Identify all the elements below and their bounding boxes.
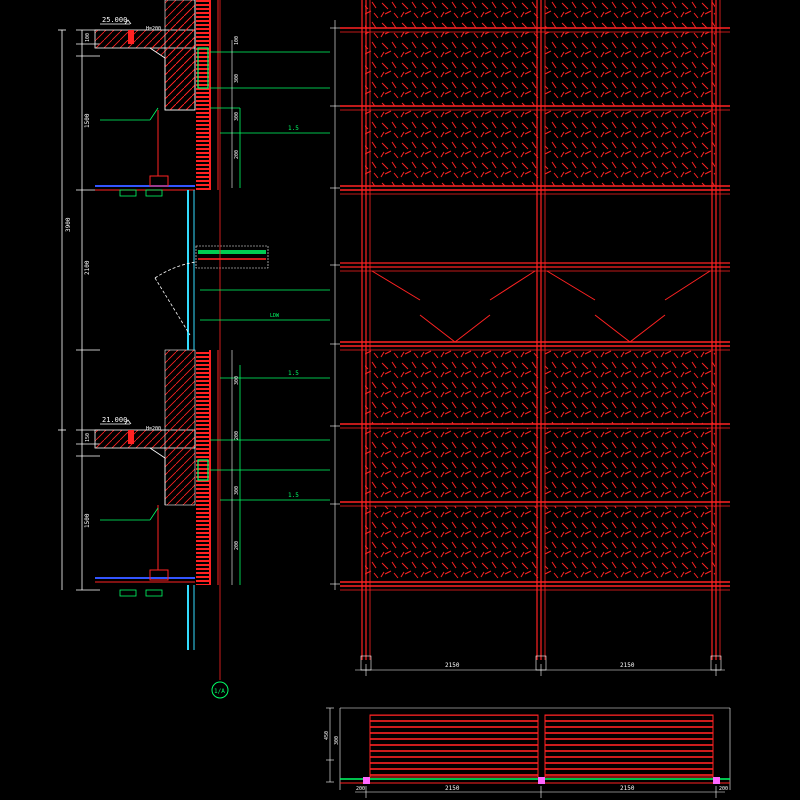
- plan-dim-left: 200: [356, 786, 365, 792]
- level-top-label: 25.000: [102, 16, 127, 24]
- section-right-dim-upper-3: 200: [234, 150, 240, 159]
- plan-dim-bay-left: 2150: [445, 785, 460, 792]
- elevation-panels: [365, 0, 715, 582]
- plan-dim-right: 200: [719, 786, 728, 792]
- dim-parapet-upper: 1500: [84, 113, 91, 128]
- section-right-dim-lower-2: 300: [234, 486, 240, 495]
- plan-dim-height-a: 450: [324, 731, 330, 740]
- note-finish-mid: 1.5: [288, 370, 299, 377]
- slab-lower: [94, 349, 196, 506]
- elevation: 2150 2150: [330, 0, 730, 676]
- section-right-dim-upper-0: 100: [234, 36, 240, 45]
- cad-drawing: 3900 1500 2100 1500 100 150 25.000 H=200…: [58, 0, 731, 798]
- cladding-lower: [196, 350, 219, 585]
- plan-bottom-dim: [355, 786, 725, 798]
- dim-overall: 3900: [65, 217, 72, 232]
- section-right-dim-lower-3: 200: [234, 541, 240, 550]
- section-right-dim-lower-0: 300: [234, 376, 240, 385]
- level-mid-label: 21.000: [102, 416, 127, 424]
- section-left-dimensions: [58, 29, 100, 591]
- svg-text:1/A: 1/A: [214, 688, 225, 695]
- note-louver: LDW: [270, 313, 280, 319]
- ceiling-upper: [95, 110, 195, 191]
- callout-boxes: [119, 189, 163, 597]
- section-right-dim-upper-2: 300: [234, 112, 240, 121]
- dim-small-c: 150: [85, 433, 91, 442]
- plan-view: 200 2150 2150 200 450 300: [324, 707, 731, 798]
- elevation-bay-dim-left: 2150: [445, 662, 460, 669]
- plan-dim-bay-right: 2150: [620, 785, 635, 792]
- cladding-upper: [196, 0, 219, 190]
- section-right-dim-upper-1: 300: [234, 74, 240, 83]
- dim-window: 2100: [84, 260, 91, 275]
- section-mark: 1/A: [211, 681, 229, 699]
- plan-dim-height-b: 300: [334, 736, 340, 745]
- dim-parapet-lower: 1500: [84, 513, 91, 528]
- note-finish-upper: 1.5: [288, 125, 299, 132]
- ceiling-lower: [95, 505, 195, 583]
- elevation-left-ticks: [330, 20, 340, 590]
- elevation-bay-dim-right: 2150: [620, 662, 635, 669]
- section-right-dim-lower-1: 200: [234, 431, 240, 440]
- louver-canopy: [154, 245, 269, 336]
- dim-small-a: 100: [85, 33, 91, 42]
- wall-section: 3900 1500 2100 1500 100 150 25.000 H=200…: [58, 0, 330, 699]
- note-finish-lower: 1.5: [288, 492, 299, 499]
- elevation-bottom-dim: [355, 664, 725, 676]
